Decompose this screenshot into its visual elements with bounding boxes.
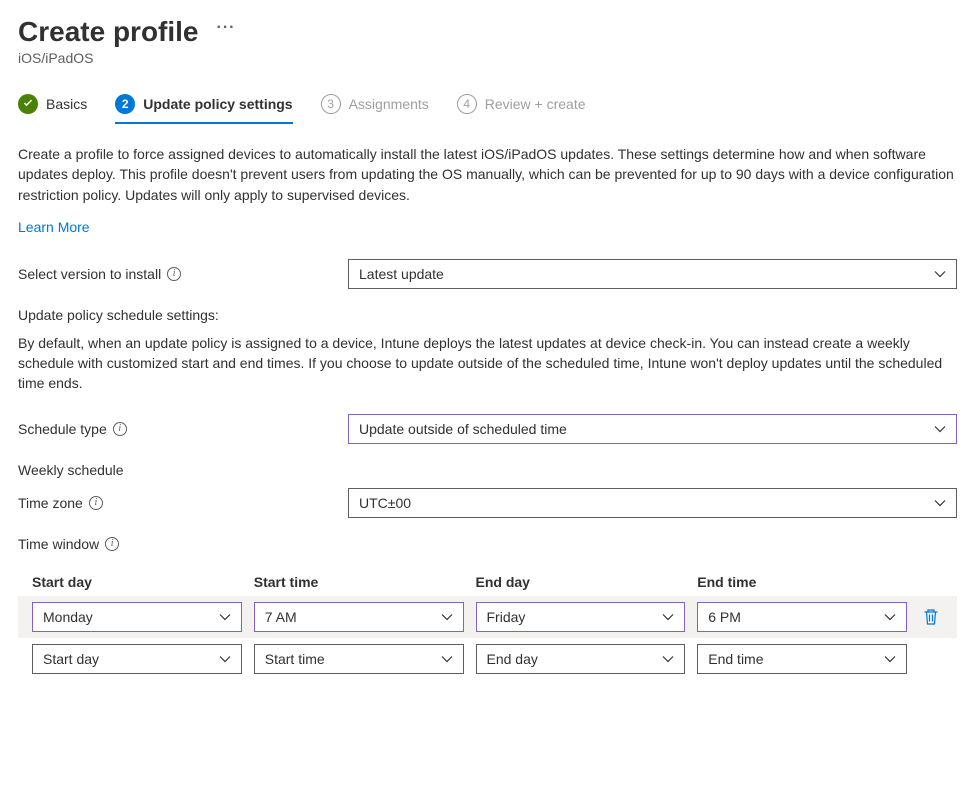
check-icon: [18, 94, 38, 114]
chevron-down-icon: [884, 611, 896, 623]
timezone-select[interactable]: UTC±00: [348, 488, 957, 518]
tab-assignments[interactable]: 3 Assignments: [321, 94, 429, 124]
step-number-icon: 4: [457, 94, 477, 114]
tab-review-label: Review + create: [485, 96, 586, 112]
schedule-settings-body: By default, when an update policy is ass…: [18, 333, 957, 394]
end-day-select[interactable]: End day: [476, 644, 686, 674]
tab-update-policy-label: Update policy settings: [143, 96, 292, 112]
timezone-label: Time zone i: [18, 495, 348, 511]
end-time-select[interactable]: End time: [697, 644, 907, 674]
more-icon[interactable]: ···: [217, 19, 236, 37]
tab-review[interactable]: 4 Review + create: [457, 94, 586, 124]
learn-more-link[interactable]: Learn More: [18, 219, 90, 235]
col-end-day: End day: [476, 574, 686, 590]
info-icon[interactable]: i: [89, 496, 103, 510]
version-field: Select version to install i Latest updat…: [18, 259, 957, 289]
end-day-select[interactable]: Friday: [476, 602, 686, 632]
chevron-down-icon: [934, 497, 946, 509]
trash-icon: [923, 608, 939, 626]
schedule-row: Start day Start time End day End time: [18, 638, 957, 680]
schedule-header-row: Start day Start time End day End time: [18, 574, 957, 590]
subtitle: iOS/iPadOS: [18, 50, 957, 66]
start-time-select[interactable]: Start time: [254, 644, 464, 674]
chevron-down-icon: [219, 611, 231, 623]
info-icon[interactable]: i: [105, 537, 119, 551]
time-window-label: Time window i: [18, 536, 348, 552]
version-select-value: Latest update: [359, 266, 444, 282]
end-time-select[interactable]: 6 PM: [697, 602, 907, 632]
tab-basics[interactable]: Basics: [18, 94, 87, 124]
page-title: Create profile ···: [18, 16, 957, 48]
chevron-down-icon: [441, 653, 453, 665]
start-day-select[interactable]: Monday: [32, 602, 242, 632]
start-day-select[interactable]: Start day: [32, 644, 242, 674]
chevron-down-icon: [934, 268, 946, 280]
chevron-down-icon: [219, 653, 231, 665]
col-start-day: Start day: [32, 574, 242, 590]
version-label: Select version to install i: [18, 266, 348, 282]
schedule-type-field: Schedule type i Update outside of schedu…: [18, 414, 957, 444]
chevron-down-icon: [662, 653, 674, 665]
timezone-select-value: UTC±00: [359, 495, 411, 511]
chevron-down-icon: [934, 423, 946, 435]
start-time-select[interactable]: 7 AM: [254, 602, 464, 632]
page-title-text: Create profile: [18, 16, 199, 48]
timezone-field: Time zone i UTC±00: [18, 488, 957, 518]
tab-update-policy[interactable]: 2 Update policy settings: [115, 94, 292, 124]
schedule-row: Monday 7 AM Friday 6 PM: [18, 596, 957, 638]
col-end-time: End time: [697, 574, 907, 590]
schedule-type-select[interactable]: Update outside of scheduled time: [348, 414, 957, 444]
tab-basics-label: Basics: [46, 96, 87, 112]
chevron-down-icon: [884, 653, 896, 665]
chevron-down-icon: [662, 611, 674, 623]
wizard-tabs: Basics 2 Update policy settings 3 Assign…: [18, 94, 957, 124]
tab-assignments-label: Assignments: [349, 96, 429, 112]
weekly-heading: Weekly schedule: [18, 462, 957, 478]
chevron-down-icon: [441, 611, 453, 623]
step-number-icon: 2: [115, 94, 135, 114]
info-icon[interactable]: i: [167, 267, 181, 281]
delete-row-button[interactable]: [919, 608, 943, 626]
col-start-time: Start time: [254, 574, 464, 590]
version-select[interactable]: Latest update: [348, 259, 957, 289]
info-icon[interactable]: i: [113, 422, 127, 436]
schedule-settings-heading: Update policy schedule settings:: [18, 307, 957, 323]
description-text: Create a profile to force assigned devic…: [18, 144, 957, 205]
schedule-type-label: Schedule type i: [18, 421, 348, 437]
schedule-type-select-value: Update outside of scheduled time: [359, 421, 567, 437]
step-number-icon: 3: [321, 94, 341, 114]
